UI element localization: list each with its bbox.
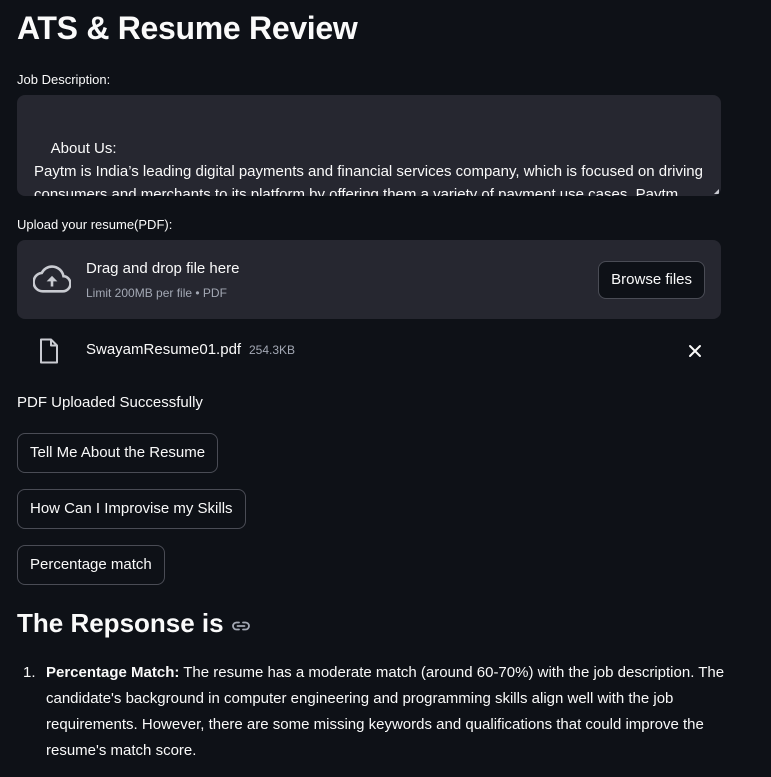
page-title: ATS & Resume Review	[17, 10, 358, 46]
list-item-title: Percentage Match:	[46, 664, 180, 681]
app-page: ATS & Resume Review Job Description: Abo…	[0, 0, 771, 777]
file-icon	[40, 338, 58, 364]
job-description-text: About Us: Paytm is India’s leading digit…	[34, 140, 703, 196]
tell-me-about-resume-button[interactable]: Tell Me About the Resume	[17, 433, 219, 473]
upload-label: Upload your resume(PDF):	[17, 217, 173, 232]
uploaded-file-name: SwayamResume01.pdf	[86, 341, 242, 358]
link-icon[interactable]	[231, 619, 251, 633]
file-dropzone[interactable]: Drag and drop file here Limit 200MB per …	[17, 240, 721, 319]
dropzone-limit-text: Limit 200MB per file • PDF	[86, 286, 227, 300]
list-item: 1. Percentage Match: The resume has a mo…	[17, 660, 727, 764]
cloud-upload-icon	[33, 265, 71, 293]
uploaded-file-row: SwayamResume01.pdf 254.3KB	[17, 333, 721, 369]
browse-files-button[interactable]: Browse files	[598, 261, 705, 299]
resize-handle-icon[interactable]	[714, 189, 719, 194]
close-icon[interactable]	[687, 343, 703, 359]
list-item-number: 1.	[23, 664, 36, 681]
improvise-skills-button[interactable]: How Can I Improvise my Skills	[17, 489, 246, 529]
job-description-textarea[interactable]: About Us: Paytm is India’s leading digit…	[17, 95, 721, 196]
job-description-label: Job Description:	[17, 72, 111, 87]
response-list: 1. Percentage Match: The resume has a mo…	[17, 660, 727, 764]
response-heading-text: The Repsonse is	[17, 608, 224, 638]
upload-status-text: PDF Uploaded Successfully	[17, 394, 203, 411]
uploaded-file-size: 254.3KB	[249, 343, 296, 357]
percentage-match-button[interactable]: Percentage match	[17, 545, 165, 585]
dropzone-title: Drag and drop file here	[86, 260, 240, 277]
response-heading: The Repsonse is	[17, 608, 251, 639]
